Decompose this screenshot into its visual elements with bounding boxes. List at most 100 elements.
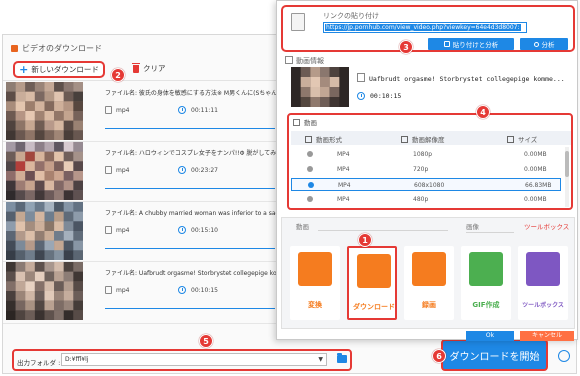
ok-button[interactable]: Ok	[466, 331, 514, 341]
progress-bar	[105, 188, 275, 189]
video-duration: 00:10:15	[357, 92, 401, 100]
start-download-label: ダウンロードを開始	[449, 351, 540, 363]
window-title: ビデオのダウンロード	[11, 43, 102, 54]
trash-icon	[132, 62, 140, 73]
video-info-thumbnail	[291, 67, 349, 107]
download-list: ファイル名: 彼氏の身体を敏感にする方法※ M男くんに(Sちゃんに) mp4 0…	[3, 82, 279, 347]
row-size: 66.83MB	[525, 182, 552, 189]
clear-label: クリア	[143, 64, 166, 73]
column-format-label: 動画形式	[316, 136, 342, 144]
column-size: サイズ	[507, 134, 537, 144]
start-download-button[interactable]: ダウンロードを開始	[441, 339, 548, 371]
tile-toolbox[interactable]: ツールボックス	[518, 246, 568, 320]
file-icon	[105, 106, 112, 114]
search-icon	[533, 41, 539, 47]
cancel-button[interactable]: キャンセル	[520, 331, 574, 341]
item-filename: ファイル名: 彼氏の身体を敏感にする方法※ M男くんに(Sちゃんに)	[105, 90, 277, 97]
tile-download[interactable]: ダウンロード	[347, 246, 397, 320]
file-icon	[105, 226, 112, 234]
format-row[interactable]: MP4 1080p 0.00MB	[291, 148, 561, 161]
clear-button[interactable]: クリア	[132, 62, 166, 74]
new-download-button[interactable]: + 新しいダウンロード	[13, 61, 105, 78]
format-icon	[305, 136, 312, 143]
item-format-text: mp4	[116, 107, 130, 114]
video-thumbnail	[6, 82, 83, 140]
row-size: 0.00MB	[524, 166, 547, 173]
new-download-label: 新しいダウンロード	[31, 65, 99, 74]
radio-button[interactable]	[307, 166, 313, 172]
row-resolution: 480p	[413, 196, 429, 203]
scrollbar-thumb[interactable]	[565, 151, 569, 177]
radio-button[interactable]	[307, 196, 313, 202]
clock-icon	[178, 286, 186, 294]
download-arrow-icon	[357, 254, 391, 288]
item-duration-text: 00:11:11	[191, 107, 218, 114]
step-marker-6: 6	[432, 349, 446, 363]
list-item[interactable]: ファイル名: Uafbrudt orgasme! Storbrystet col…	[3, 262, 279, 324]
row-format: MP4	[337, 196, 350, 203]
size-icon	[507, 136, 514, 143]
row-format: MP4	[337, 151, 350, 158]
row-size: 0.00MB	[524, 151, 547, 158]
paste-analyze-label: 貼り付けと分析	[452, 41, 499, 49]
radio-button-checked[interactable]	[308, 182, 314, 188]
tile-gif[interactable]: GIF作成	[461, 246, 511, 320]
clock-icon	[178, 226, 186, 234]
link-paste-section: リンクの貼り付け https://jp.pornhub.com/view_vid…	[281, 5, 575, 52]
progress-bar	[105, 128, 275, 129]
item-meta: mp4 00:23:27	[105, 166, 277, 178]
item-duration: 00:11:11	[178, 106, 218, 114]
format-row-selected[interactable]: MP4 608x1080 66.83MB	[291, 178, 561, 191]
url-input[interactable]: https://jp.pornhub.com/view_video.php?vi…	[323, 22, 527, 33]
format-row[interactable]: MP4 720p 0.00MB	[291, 163, 561, 176]
list-item[interactable]: ファイル名: ハロウィンでコスプレ女子をナンパ!!Φ 脱がしてみると主は女 mp…	[3, 142, 279, 202]
format-row[interactable]: MP4 480p 0.00MB	[291, 193, 561, 206]
toolbar: + 新しいダウンロード クリア	[3, 59, 279, 81]
item-duration: 00:15:10	[178, 226, 218, 234]
alarm-clock-icon[interactable]	[558, 350, 570, 362]
tile-convert[interactable]: 変換	[290, 246, 340, 320]
step-marker-3: 3	[399, 40, 413, 54]
tile-toolbox-label: ツールボックス	[522, 302, 564, 309]
item-filename: ファイル名: Uafbrudt orgasme! Storbrystet col…	[105, 270, 277, 277]
item-format: mp4	[105, 226, 129, 234]
video-duration-text: 00:10:15	[370, 92, 402, 100]
video-format-section: 動画 動画形式 動画解像度 サイズ MP4 1080p 0.00MB MP4 7…	[287, 113, 573, 210]
column-resolution-label: 動画解像度	[412, 136, 445, 144]
tile-convert-label: 変換	[308, 301, 322, 309]
chevron-down-icon[interactable]: ▼	[318, 354, 323, 365]
item-duration: 00:23:27	[178, 166, 218, 174]
tile-record[interactable]: 録画	[404, 246, 454, 320]
item-format-text: mp4	[116, 167, 130, 174]
category-video: 動画	[296, 223, 309, 231]
analyze-label: 分析	[541, 41, 555, 49]
step-marker-4: 4	[476, 105, 490, 119]
item-meta: mp4 00:15:10	[105, 226, 277, 238]
item-duration-text: 00:23:27	[191, 167, 218, 174]
download-app-icon	[11, 45, 18, 52]
item-duration-text: 00:10:15	[191, 287, 218, 294]
clock-icon	[178, 166, 186, 174]
clock-icon	[357, 92, 365, 100]
analyze-button[interactable]: 分析	[520, 38, 568, 50]
item-duration: 00:10:15	[178, 286, 218, 294]
tool-launcher: 動画 画像 ツールボックス 変換 ダウンロード 録画 GIF作成 ツールボックス	[281, 217, 575, 329]
step-marker-2: 2	[111, 68, 125, 82]
radio-button[interactable]	[307, 151, 313, 157]
toolbox-icon	[526, 252, 560, 286]
item-format: mp4	[105, 286, 129, 294]
output-folder-select[interactable]: D:¥ffl¥lj ▼	[61, 353, 327, 366]
paste-and-analyze-button[interactable]: 貼り付けと分析	[428, 38, 514, 50]
progress-bar	[105, 248, 275, 249]
divider	[466, 232, 514, 233]
folder-icon[interactable]	[337, 353, 347, 363]
plus-icon: +	[19, 63, 29, 76]
list-item[interactable]: ファイル名: 彼氏の身体を敏感にする方法※ M男くんに(Sちゃんに) mp4 0…	[3, 82, 279, 142]
list-item[interactable]: ファイル名: A chubby married woman was inferi…	[3, 202, 279, 262]
category-image: 画像	[466, 223, 479, 231]
video-thumbnail	[6, 202, 83, 260]
item-format: mp4	[105, 106, 129, 114]
resolution-icon	[401, 136, 408, 143]
tile-download-label: ダウンロード	[353, 303, 395, 311]
item-filename: ファイル名: ハロウィンでコスプレ女子をナンパ!!Φ 脱がしてみると主は女	[105, 150, 277, 157]
